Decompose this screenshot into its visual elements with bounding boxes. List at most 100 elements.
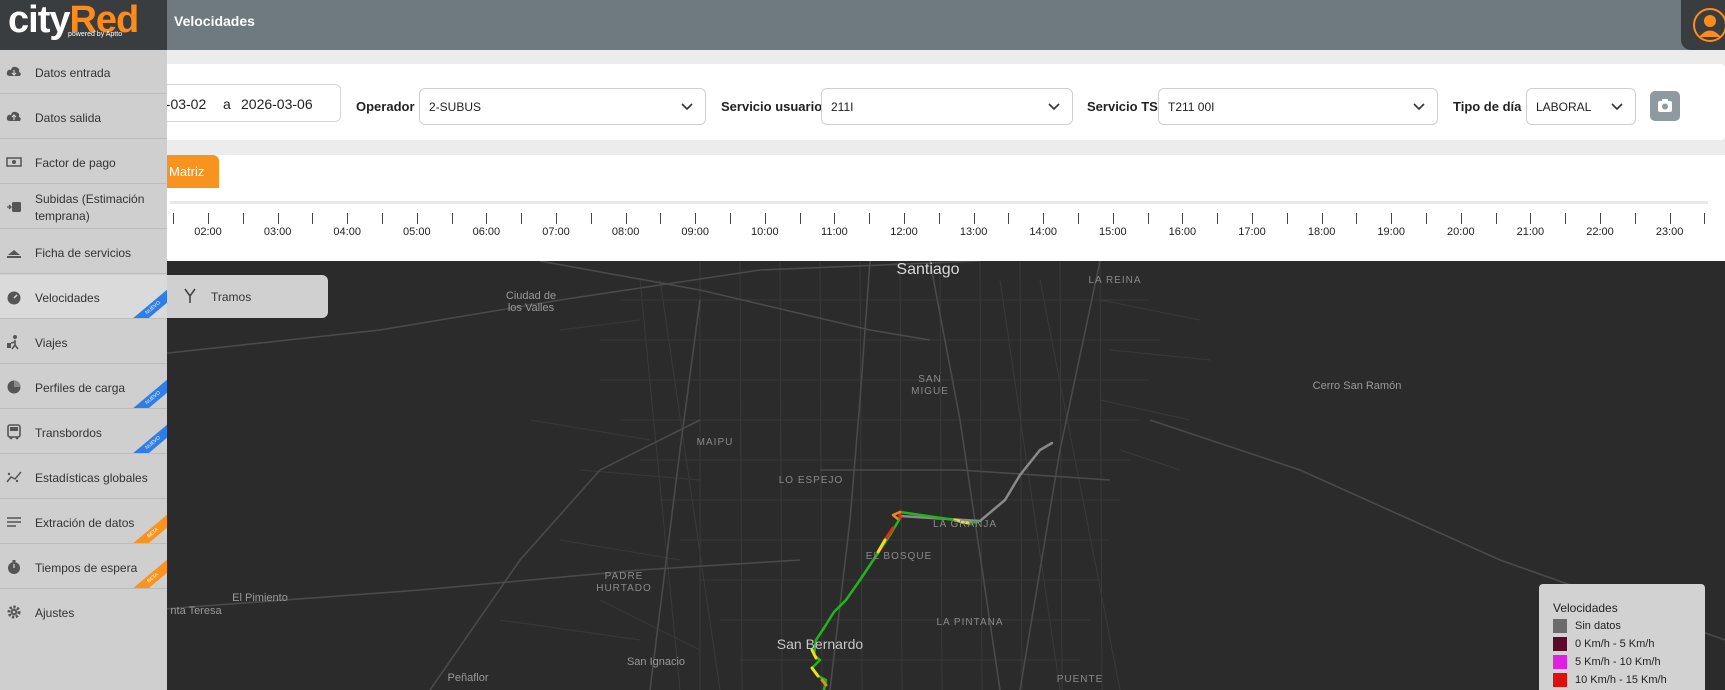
sidebar-item-perfiles-de-carga[interactable]: Perfiles de carga NUEVO [0,365,167,409]
timeline-track[interactable] [170,201,1708,204]
sidebar-item-label: Extración de datos [35,516,135,530]
sidebar-item-label: Velocidades [35,291,100,305]
cloud-download-icon [6,66,21,76]
app-root: cityRed powered by Aptto Velocidades 6-0… [0,0,1725,690]
user-avatar-icon [1693,8,1725,42]
sidebar-item-label: Factor de pago [35,156,116,170]
screenshot-button[interactable] [1650,91,1680,121]
sidebar-item-ajustes[interactable]: Ajustes [0,590,167,634]
sidebar-item-ficha-de-servicios[interactable]: Ficha de servicios [0,230,167,274]
sidebar-item-label: Datos salida [35,111,102,125]
date-to: 2026-03-06 [241,96,313,112]
bus-icon [7,424,21,440]
speed-legend: Velocidades Sin datos 0 Km/h - 5 Km/h 5 … [1539,584,1705,690]
sidebar-item-datos-salida[interactable]: Datos salida [0,95,167,139]
legend-swatch [1553,655,1567,669]
camera-icon [1658,99,1672,112]
boarding-icon [7,202,21,212]
legend-title: Velocidades [1553,601,1618,615]
timeline-panel [150,155,1725,261]
tipo-dia-select[interactable]: LABORAL [1526,88,1636,125]
servicio-usuario-label: Servicio usuario [721,99,823,114]
new-badge: NUEVO [128,286,167,318]
page-title: Velocidades [174,13,255,29]
layer-tramos-button[interactable]: Tramos [165,275,328,318]
sidebar-item-estadisticas-globales[interactable]: Estadísticas globales [0,455,167,499]
sidebar-item-tiempos-de-espera[interactable]: Tiempos de espera BETA [0,545,167,589]
map-label-ciudad-de-los-valles: Ciudad de los Valles [505,290,557,314]
map-label-la-granja: LA GRANJA [932,519,998,530]
sidebar-item-label: Tiempos de espera [35,561,138,575]
map-label-el-bosque: EL BOSQUE [865,551,933,562]
layer-tramos-label: Tramos [211,290,252,304]
stack-icon [7,250,21,258]
traveler-icon [7,335,19,350]
operador-value: 2-SUBUS [429,100,482,114]
sidebar-item-viajes[interactable]: Viajes [0,320,167,364]
servicio-ts-label: Servicio TS [1087,99,1158,114]
chevron-down-icon [1611,103,1623,111]
sidebar-item-velocidades[interactable]: Velocidades NUEVO [0,275,167,319]
sidebar-item-datos-entrada[interactable]: Datos entrada [0,50,167,94]
servicio-ts-select[interactable]: T211 00I [1158,88,1438,125]
stopwatch-icon [8,560,20,574]
new-badge: NUEVO [128,421,167,453]
map-label-cerro-san-ramon: Cerro San Ramón [1312,380,1402,392]
tipo-dia-value: LABORAL [1536,100,1592,114]
scatter-chart-icon [6,471,22,483]
map-label-san-bernardo: San Bernardo [776,636,864,652]
map-label-santa-teresa: nta Teresa [170,605,222,617]
speedometer-icon [7,291,21,305]
chevron-down-icon [1413,103,1425,111]
logo-tagline: powered by Aptto [68,31,123,38]
sidebar-item-factor-de-pago[interactable]: Factor de pago [0,140,167,184]
sidebar-item-label: Subidas (Estimación temprana) [35,192,145,223]
servicio-ts-value: T211 00I [1168,100,1215,114]
operador-select[interactable]: 2-SUBUS [419,88,706,125]
map-label-san-miguel: SAN MIGUE [911,374,949,397]
sidebar-item-subidas[interactable]: Subidas (Estimación temprana) [0,185,167,229]
map-label-puente: PUENTE [1056,674,1104,685]
servicio-usuario-select[interactable]: 211I [821,88,1073,125]
map-label-santiago: Santiago [896,261,960,278]
sidebar-item-label: Perfiles de carga [35,381,126,395]
map-view[interactable]: Santiago LA REINA Ciudad de los Valles Ce… [150,261,1725,690]
legend-swatch [1553,673,1567,687]
date-separator: a [223,96,231,112]
legend-label: 10 Km/h - 15 Km/h [1575,674,1667,686]
map-label-lo-espejo: LO ESPEJO [778,475,844,486]
operador-label: Operador [356,99,415,114]
sidebar-item-label: Ficha de servicios [35,246,132,260]
map-label-san-ignacio: San Ignacio [626,656,686,668]
map-label-penaflor: Peñaflor [447,672,489,684]
pie-chart-icon [7,380,21,394]
user-menu-button[interactable] [1681,0,1725,50]
legend-label: 5 Km/h - 10 Km/h [1575,656,1661,668]
fork-icon [184,288,196,303]
servicio-usuario-value: 211I [831,100,854,114]
sidebar-item-label: Transbordos [35,426,102,440]
new-badge: NUEVO [128,376,167,408]
legend-label: Sin datos [1575,620,1621,632]
map-label-maipu: MAIPU [696,437,734,448]
map-label-el-pimiento: El Pimiento [232,592,288,604]
chevron-down-icon [1048,103,1060,111]
logo[interactable]: cityRed powered by Aptto [0,0,167,50]
chevron-down-icon [681,103,693,111]
sidebar-item-transbordos[interactable]: Transbordos NUEVO [0,410,167,454]
sidebar-item-label: Datos entrada [35,66,111,80]
map-label-padre-hurtado: PADRE HURTADO [596,571,652,594]
sidebar-item-label: Estadísticas globales [35,471,148,485]
sidebar: Datos entrada Datos salida Factor de pag… [0,50,167,690]
date-range-input[interactable]: 6-03-02 a 2026-03-06 [150,84,341,122]
legend-swatch [1553,637,1567,651]
gear-icon [7,605,21,619]
top-bar: cityRed powered by Aptto Velocidades [0,0,1725,50]
map-label-la-pintana: LA PINTANA [936,617,1004,628]
tipo-dia-label: Tipo de día [1453,99,1522,114]
legend-label: 0 Km/h - 5 Km/h [1575,638,1655,650]
tab-matriz-label: Matriz [169,164,205,179]
list-icon [7,517,21,527]
sidebar-item-label: Ajustes [35,606,75,620]
sidebar-item-extraccion-de-datos[interactable]: Extración de datos BETA [0,500,167,544]
